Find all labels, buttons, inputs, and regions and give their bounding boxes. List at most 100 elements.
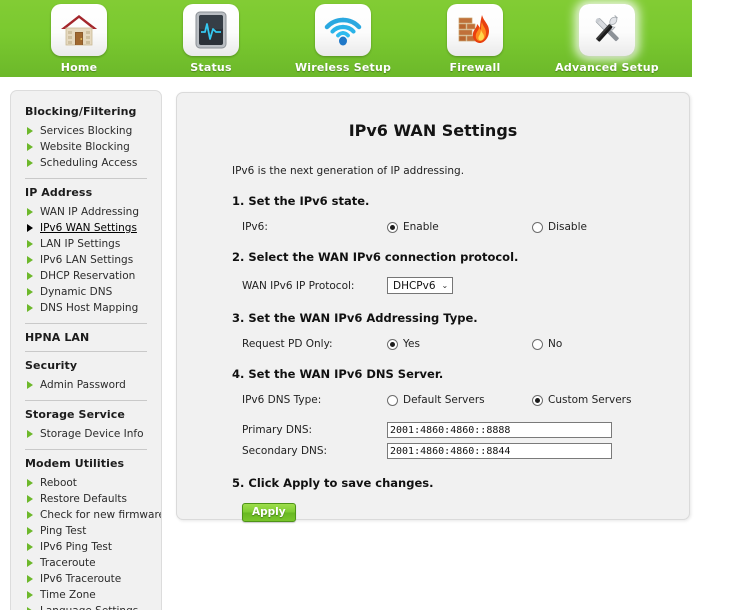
step-2-heading: 2. Select the WAN IPv6 connection protoc…: [232, 250, 519, 264]
nav-label-status: Status: [190, 61, 232, 74]
sidebar-item-website-blocking[interactable]: Website Blocking: [25, 139, 151, 155]
arrow-icon: [27, 527, 33, 535]
radio-ipv6-enable[interactable]: Enable: [387, 221, 532, 233]
sidebar-item-lan-ip-settings[interactable]: LAN IP Settings: [25, 236, 151, 252]
arrow-icon: [27, 256, 33, 264]
sidebar-item-services-blocking[interactable]: Services Blocking: [25, 123, 151, 139]
intro-text: IPv6 is the next generation of IP addres…: [232, 165, 465, 177]
home-icon: [51, 4, 107, 56]
sidebar-item-reboot[interactable]: Reboot: [25, 475, 151, 491]
sidebar-heading-hpna-lan[interactable]: HPNA LAN: [25, 331, 151, 344]
sidebar-item-dhcp-reservation[interactable]: DHCP Reservation: [25, 268, 151, 284]
sidebar-item-check-for-new-firmware-link[interactable]: Check for new firmware link: [25, 507, 161, 523]
step-5-heading: 5. Click Apply to save changes.: [232, 476, 434, 490]
sidebar-item-label: Ping Test: [40, 525, 87, 537]
divider: [25, 400, 147, 401]
sidebar-group-ip-address: IP Address WAN IP Addressing IPv6 WAN Se…: [25, 186, 151, 316]
divider: [25, 323, 147, 324]
firewall-flame-icon: [447, 4, 503, 56]
sidebar-item-ipv6-traceroute[interactable]: IPv6 Traceroute: [25, 571, 151, 587]
radio-indicator: [387, 221, 398, 233]
divider: [25, 449, 147, 450]
sidebar-item-label: LAN IP Settings: [40, 238, 121, 250]
nav-item-home[interactable]: Home: [19, 4, 139, 74]
sidebar-item-label: Services Blocking: [40, 125, 133, 137]
sidebar-item-time-zone[interactable]: Time Zone: [25, 587, 151, 603]
nav-item-advanced-setup[interactable]: Advanced Setup: [547, 4, 667, 74]
sidebar-item-label: Language Settings: [40, 604, 138, 610]
radio-dns-custom-servers[interactable]: Custom Servers: [532, 394, 631, 406]
sidebar-item-label: Admin Password: [40, 379, 126, 391]
sidebar-item-label: Reboot: [40, 477, 77, 489]
radio-indicator: [532, 338, 543, 350]
sidebar-item-traceroute[interactable]: Traceroute: [25, 555, 151, 571]
sidebar-item-label: IPv6 Traceroute: [40, 573, 122, 585]
sidebar-item-ipv6-lan-settings[interactable]: IPv6 LAN Settings: [25, 252, 151, 268]
sidebar-item-label: IPv6 LAN Settings: [40, 254, 134, 266]
arrow-icon: [27, 224, 33, 232]
sidebar-item-admin-password[interactable]: Admin Password: [25, 377, 151, 393]
top-navigation-bar: Home Status Wireless Setup Firewall Adva…: [0, 0, 692, 77]
radio-dns-default-servers[interactable]: Default Servers: [387, 394, 532, 406]
sidebar-item-ipv6-ping-test[interactable]: IPv6 Ping Test: [25, 539, 151, 555]
ipv6-dns-type-row: IPv6 DNS Type: Default Servers Custom Se…: [242, 394, 669, 406]
arrow-icon: [27, 511, 33, 519]
arrow-icon: [27, 159, 33, 167]
sidebar-item-label: IPv6 Ping Test: [40, 541, 113, 553]
sidebar-item-label: Check for new firmware link: [40, 509, 162, 521]
sidebar-group-storage-service: Storage Service Storage Device Info: [25, 408, 151, 442]
sidebar-item-dns-host-mapping[interactable]: DNS Host Mapping: [25, 300, 151, 316]
nav-item-status[interactable]: Status: [151, 4, 271, 74]
sidebar-item-language-settings[interactable]: Language Settings: [25, 603, 151, 610]
radio-label: Default Servers: [403, 394, 485, 406]
sidebar-item-ping-test[interactable]: Ping Test: [25, 523, 151, 539]
wan-ipv6-protocol-row: WAN IPv6 IP Protocol: DHCPv6 ⌄: [242, 277, 669, 294]
sidebar-item-label: Scheduling Access: [40, 157, 138, 169]
sidebar-item-wan-ip-addressing[interactable]: WAN IP Addressing: [25, 204, 151, 220]
wan-ipv6-protocol-label: WAN IPv6 IP Protocol:: [242, 279, 355, 292]
radio-label: Yes: [403, 338, 420, 350]
sidebar-group-security: Security Admin Password: [25, 359, 151, 393]
sidebar-item-label: DNS Host Mapping: [40, 302, 139, 314]
radio-label: Enable: [403, 221, 439, 233]
secondary-dns-input[interactable]: [387, 443, 612, 459]
radio-ipv6-disable[interactable]: Disable: [532, 221, 587, 233]
sidebar-heading-ip-address: IP Address: [25, 186, 93, 199]
request-pd-only-label: Request PD Only:: [242, 338, 333, 350]
sidebar-item-dynamic-dns[interactable]: Dynamic DNS: [25, 284, 151, 300]
nav-label-home: Home: [60, 61, 98, 74]
select-value: DHCPv6: [393, 279, 436, 292]
sidebar-item-label: Time Zone: [40, 589, 96, 601]
nav-item-firewall[interactable]: Firewall: [415, 4, 535, 74]
primary-dns-row: Primary DNS:: [242, 422, 669, 438]
wifi-icon: [315, 4, 371, 56]
apply-button[interactable]: Apply: [242, 503, 296, 522]
sidebar-item-label: Storage Device Info: [40, 428, 144, 440]
chevron-down-icon: ⌄: [441, 280, 449, 290]
sidebar-group-modem-utilities: Modem Utilities Reboot Restore Defaults …: [25, 457, 161, 610]
nav-item-wireless-setup[interactable]: Wireless Setup: [283, 4, 403, 74]
arrow-icon: [27, 559, 33, 567]
primary-dns-input[interactable]: [387, 422, 612, 438]
radio-indicator: [387, 338, 398, 350]
ipv6-state-label: IPv6:: [242, 221, 268, 233]
sidebar-group-blocking-filtering: Blocking/Filtering Services Blocking Web…: [25, 105, 151, 171]
main-content-panel: IPv6 WAN Settings IPv6 is the next gener…: [176, 92, 690, 522]
radio-request-pd-no[interactable]: No: [532, 338, 562, 350]
monitor-pulse-icon: [183, 4, 239, 56]
arrow-icon: [27, 272, 33, 280]
wan-ipv6-protocol-select[interactable]: DHCPv6 ⌄: [387, 277, 454, 294]
sidebar-item-restore-defaults[interactable]: Restore Defaults: [25, 491, 151, 507]
radio-label: No: [548, 338, 563, 350]
sidebar-heading-storage-service: Storage Service: [25, 408, 125, 421]
arrow-icon: [27, 430, 33, 438]
arrow-icon: [27, 143, 33, 151]
ipv6-dns-type-label: IPv6 DNS Type:: [242, 394, 322, 406]
arrow-icon: [27, 304, 33, 312]
sidebar-item-storage-device-info[interactable]: Storage Device Info: [25, 426, 151, 442]
secondary-dns-row: Secondary DNS:: [242, 443, 669, 459]
sidebar-item-ipv6-wan-settings[interactable]: IPv6 WAN Settings: [25, 220, 151, 236]
sidebar-item-scheduling-access[interactable]: Scheduling Access: [25, 155, 151, 171]
radio-request-pd-yes[interactable]: Yes: [387, 338, 532, 350]
sidebar-item-label: DHCP Reservation: [40, 270, 136, 282]
